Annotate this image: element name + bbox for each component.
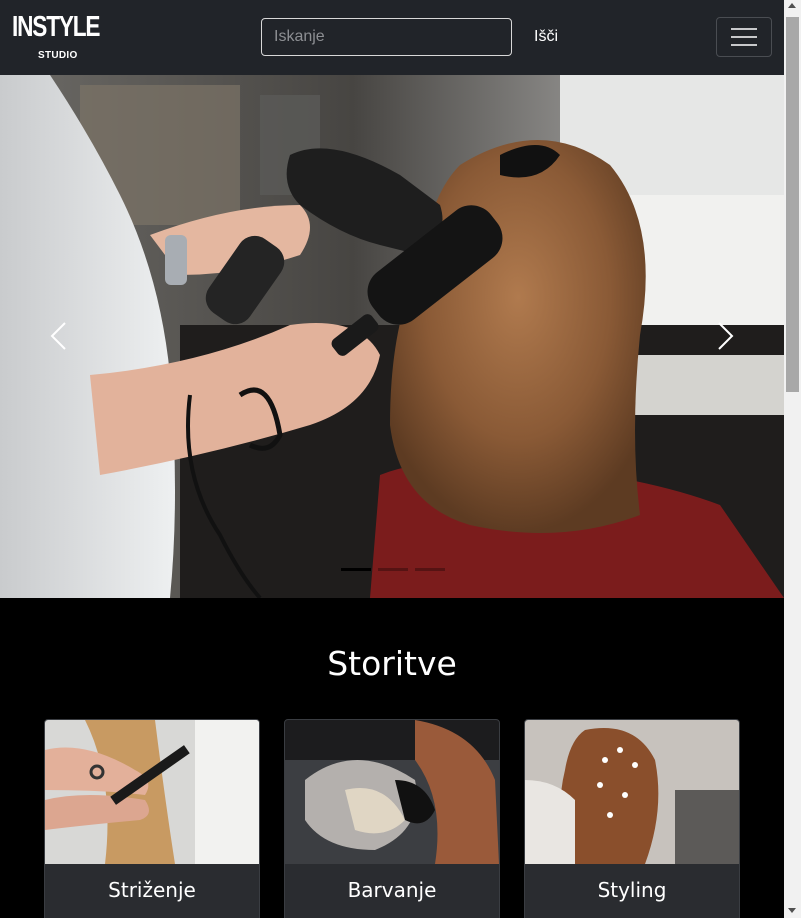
haircut-image <box>45 720 259 864</box>
carousel-indicator-3[interactable] <box>415 568 445 571</box>
service-card-haircut[interactable]: Striženje <box>44 719 260 918</box>
services-title: Storitve <box>327 644 457 683</box>
carousel-indicator-1[interactable] <box>341 568 371 571</box>
carousel-next-button[interactable] <box>710 320 740 352</box>
carousel-slide-image <box>0 75 784 598</box>
carousel-indicator-2[interactable] <box>378 568 408 571</box>
carousel-prev-button[interactable] <box>44 320 74 352</box>
styling-image <box>525 720 739 864</box>
search-input[interactable] <box>261 18 512 56</box>
scroll-down-arrow-icon[interactable] <box>788 908 796 913</box>
navbar: INSTYLE STUDIO Išči <box>0 0 784 75</box>
service-card-title: Styling <box>597 878 667 902</box>
scrollbar[interactable] <box>784 0 801 918</box>
scrollbar-thumb[interactable] <box>786 17 799 392</box>
hero-carousel <box>0 75 784 598</box>
scroll-up-arrow-icon[interactable] <box>788 3 796 8</box>
chevron-left-icon <box>50 322 66 350</box>
brand-title: INSTYLE <box>12 11 101 43</box>
service-card-styling[interactable]: Styling <box>524 719 740 918</box>
hamburger-icon <box>731 28 757 46</box>
service-card-coloring[interactable]: Barvanje <box>284 719 500 918</box>
carousel-indicators <box>341 567 445 573</box>
chevron-right-icon <box>718 322 734 350</box>
service-card-title: Striženje <box>108 878 196 902</box>
menu-toggle-button[interactable] <box>716 17 772 57</box>
service-card-title: Barvanje <box>347 878 437 902</box>
brand-logo[interactable]: INSTYLE STUDIO <box>12 9 102 65</box>
search-button[interactable]: Išči <box>522 18 570 56</box>
brand-subtitle: STUDIO <box>38 50 78 61</box>
coloring-image <box>285 720 499 864</box>
